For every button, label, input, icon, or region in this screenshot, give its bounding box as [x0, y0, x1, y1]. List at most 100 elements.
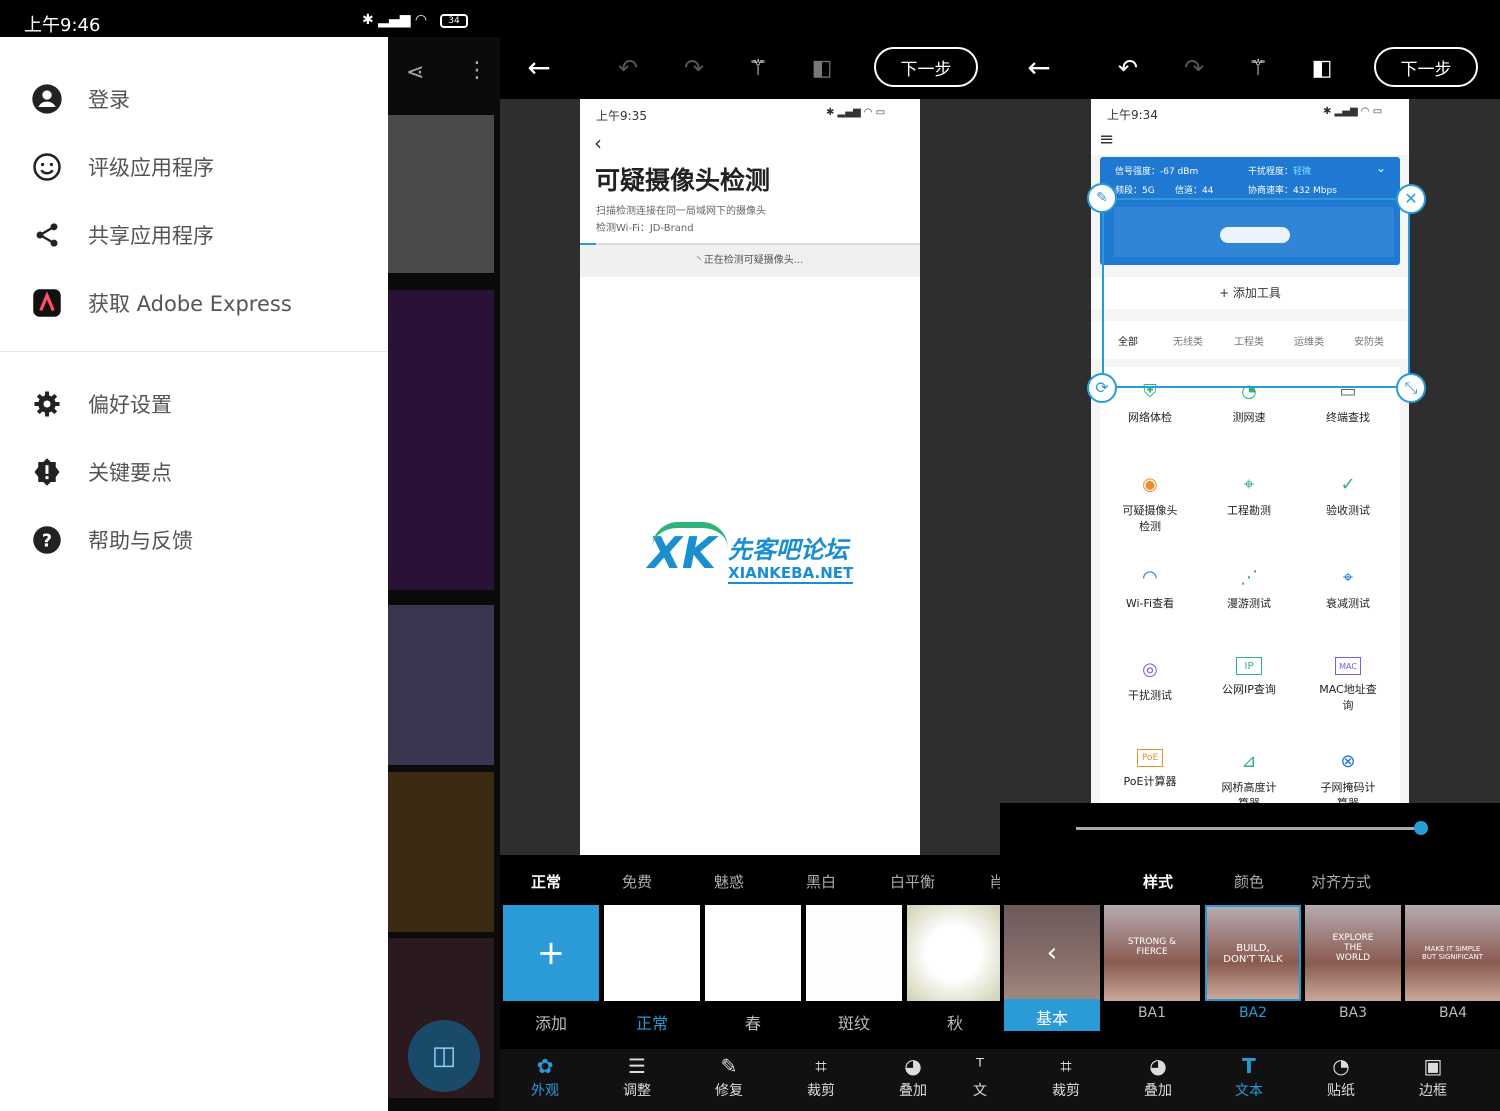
filter-label: 斑纹: [837, 1014, 870, 1033]
filter-spring[interactable]: [705, 905, 801, 1001]
drawer-item-preferences[interactable]: 偏好设置: [0, 370, 388, 438]
tool-attenuation[interactable]: ⌖ 衰减测试: [1298, 565, 1398, 611]
drawer-item-help[interactable]: ? 帮助与反馈: [0, 506, 388, 574]
smiley-icon: [30, 150, 64, 184]
tool-subnet-calc[interactable]: ⊗ 子网掩码计算器: [1298, 749, 1398, 804]
style-ba1[interactable]: STRONG & FIERCE: [1104, 905, 1200, 1001]
tool-wifi-view[interactable]: ◠ Wi-Fi查看: [1100, 565, 1200, 611]
style-ba4[interactable]: MAKE IT SIMPLE BUT SIGNIFICANT: [1405, 905, 1500, 1001]
location-pin-icon: ⌖: [1243, 473, 1255, 495]
help-icon: ?: [30, 523, 64, 557]
drawer-item-adobe-express[interactable]: 获取 Adobe Express: [0, 269, 388, 337]
share-icon[interactable]: ⋖: [406, 60, 424, 85]
tab-free[interactable]: 免费: [622, 871, 652, 892]
expand-chevron-icon[interactable]: ⌄: [1376, 161, 1386, 175]
tool-camera-detect[interactable]: ◉ 可疑摄像头检测: [1100, 472, 1200, 534]
tab-normal[interactable]: 正常: [531, 871, 561, 892]
filter-label: 正常: [635, 1014, 668, 1033]
drawer-item-rate[interactable]: 评级应用程序: [0, 133, 388, 201]
tool-interference[interactable]: ◎ 干扰测试: [1100, 657, 1200, 703]
tool-label: 裁剪: [807, 1083, 835, 1099]
tool-label: 子网掩码计算器: [1320, 781, 1376, 803]
progress-banner: ◝ 正在检测可疑摄像头...: [580, 245, 920, 277]
sticker-selection-box[interactable]: [1102, 198, 1410, 388]
compare-icon[interactable]: ◧: [806, 52, 838, 84]
filter-normal[interactable]: [604, 905, 700, 1001]
more-icon[interactable]: ⋮: [466, 58, 488, 83]
back-arrow-icon[interactable]: ←: [522, 50, 556, 84]
redo-icon[interactable]: ↷: [1178, 52, 1210, 84]
next-button[interactable]: 下一步: [874, 47, 978, 87]
tool-text-partial[interactable]: ᵀ文: [960, 1054, 1000, 1100]
tool-label: 漫游测试: [1227, 597, 1271, 610]
opacity-slider-fill: [1076, 827, 1422, 830]
preview-time: 上午9:35: [596, 109, 647, 123]
account-circle-icon: [30, 82, 64, 116]
tool-appearance[interactable]: ✿ 外观: [510, 1054, 580, 1100]
tool-acceptance[interactable]: ✓ 验收测试: [1298, 472, 1398, 518]
tool-label: 贴纸: [1327, 1083, 1355, 1099]
tool-overlay[interactable]: ◕ 叠加: [1123, 1054, 1193, 1100]
style-ba2[interactable]: BUILD, DON'T TALK: [1205, 905, 1301, 1001]
compare-icon[interactable]: ◧: [1306, 52, 1338, 84]
status-icons: ✱ ▂▄▆ ◠: [362, 12, 428, 28]
tool-public-ip[interactable]: IP 公网IP查询: [1199, 657, 1299, 697]
tool-bridge-height[interactable]: ⊿ 网桥高度计算器: [1199, 749, 1299, 804]
back-arrow-icon[interactable]: ←: [1022, 50, 1056, 84]
tool-label: 修复: [715, 1083, 743, 1099]
menu-icon[interactable]: ≡: [1099, 129, 1114, 150]
screenshot-preview-1: 上午9:35 ✱ ▂▄▆ ◠ ▭ ‹ 可疑摄像头检测 扫描检测连接在同一局域网下…: [580, 99, 920, 855]
tool-mac-lookup[interactable]: MAC MAC地址查询: [1298, 657, 1398, 713]
filter-stripe[interactable]: [806, 905, 902, 1001]
undo-icon[interactable]: ↶: [612, 52, 644, 84]
text-icon: T: [1242, 1054, 1256, 1078]
drawer-item-key-points[interactable]: 关键要点: [0, 438, 388, 506]
bandage-icon: ✎: [720, 1054, 738, 1078]
style-preview-text: EXPLORE THE WORLD: [1332, 933, 1374, 963]
tab-portrait[interactable]: 肖: [989, 871, 1000, 892]
navigation-drawer: 登录 评级应用程序 共享应用程序 获取 Adobe Express 偏好设置 关…: [0, 37, 388, 1111]
tool-text[interactable]: T 文本: [1214, 1054, 1284, 1100]
drawer-item-share[interactable]: 共享应用程序: [0, 201, 388, 269]
tab-color[interactable]: 颜色: [1234, 871, 1264, 892]
close-handle-icon[interactable]: ✕: [1396, 184, 1426, 214]
undo-icon[interactable]: ↶: [1112, 52, 1144, 84]
magic-wand-icon[interactable]: ⚚: [742, 52, 774, 84]
filter-autumn[interactable]: [907, 905, 1000, 1001]
tab-white-balance[interactable]: 白平衡: [890, 871, 935, 892]
tab-bw[interactable]: 黑白: [806, 871, 836, 892]
tool-border[interactable]: ▣ 边框: [1398, 1054, 1468, 1100]
drawer-item-label: 帮助与反馈: [88, 529, 193, 553]
drawer-item-login[interactable]: 登录: [0, 65, 388, 133]
background-thumb: [388, 772, 494, 932]
tool-heal[interactable]: ✎ 修复: [694, 1054, 764, 1100]
mac-icon: MAC: [1335, 657, 1361, 675]
tool-survey[interactable]: ⌖ 工程勘测: [1199, 472, 1299, 518]
layout-fab[interactable]: ◫: [408, 1020, 480, 1092]
sticker-icon: ◔: [1332, 1054, 1350, 1078]
redo-icon[interactable]: ↷: [678, 52, 710, 84]
magic-wand-icon[interactable]: ⚚: [1242, 52, 1274, 84]
next-button[interactable]: 下一步: [1374, 47, 1478, 87]
tool-roaming[interactable]: ⋰ 漫游测试: [1199, 565, 1299, 611]
style-basic[interactable]: ‹: [1004, 905, 1100, 1001]
svg-text:?: ?: [42, 531, 52, 551]
back-chevron-icon[interactable]: ‹: [594, 131, 602, 155]
filter-label: 春: [744, 1014, 761, 1033]
rotate-handle-icon[interactable]: ⟳: [1087, 373, 1117, 403]
tab-alignment[interactable]: 对齐方式: [1311, 871, 1371, 892]
tab-charm[interactable]: 魅惑: [714, 871, 744, 892]
style-ba3[interactable]: EXPLORE THE WORLD: [1305, 905, 1401, 1001]
resize-handle-icon[interactable]: ⤡: [1396, 373, 1426, 403]
add-filter-button[interactable]: +: [503, 905, 599, 1001]
tool-overlay[interactable]: ◕ 叠加: [878, 1054, 948, 1100]
edit-handle-icon[interactable]: ✎: [1087, 183, 1117, 213]
tool-poe-calc[interactable]: PoE PoE计算器: [1100, 749, 1200, 789]
tab-style[interactable]: 样式: [1143, 871, 1173, 892]
tool-adjust[interactable]: ☰ 调整: [602, 1054, 672, 1100]
opacity-slider-thumb[interactable]: [1414, 821, 1428, 835]
tool-crop[interactable]: ⌗ 裁剪: [786, 1054, 856, 1100]
tool-crop[interactable]: ⌗ 裁剪: [1031, 1054, 1101, 1100]
tool-sticker[interactable]: ◔ 贴纸: [1306, 1054, 1376, 1100]
preview-status-icons: ✱ ▂▄▆ ◠ ▭: [1323, 106, 1383, 117]
